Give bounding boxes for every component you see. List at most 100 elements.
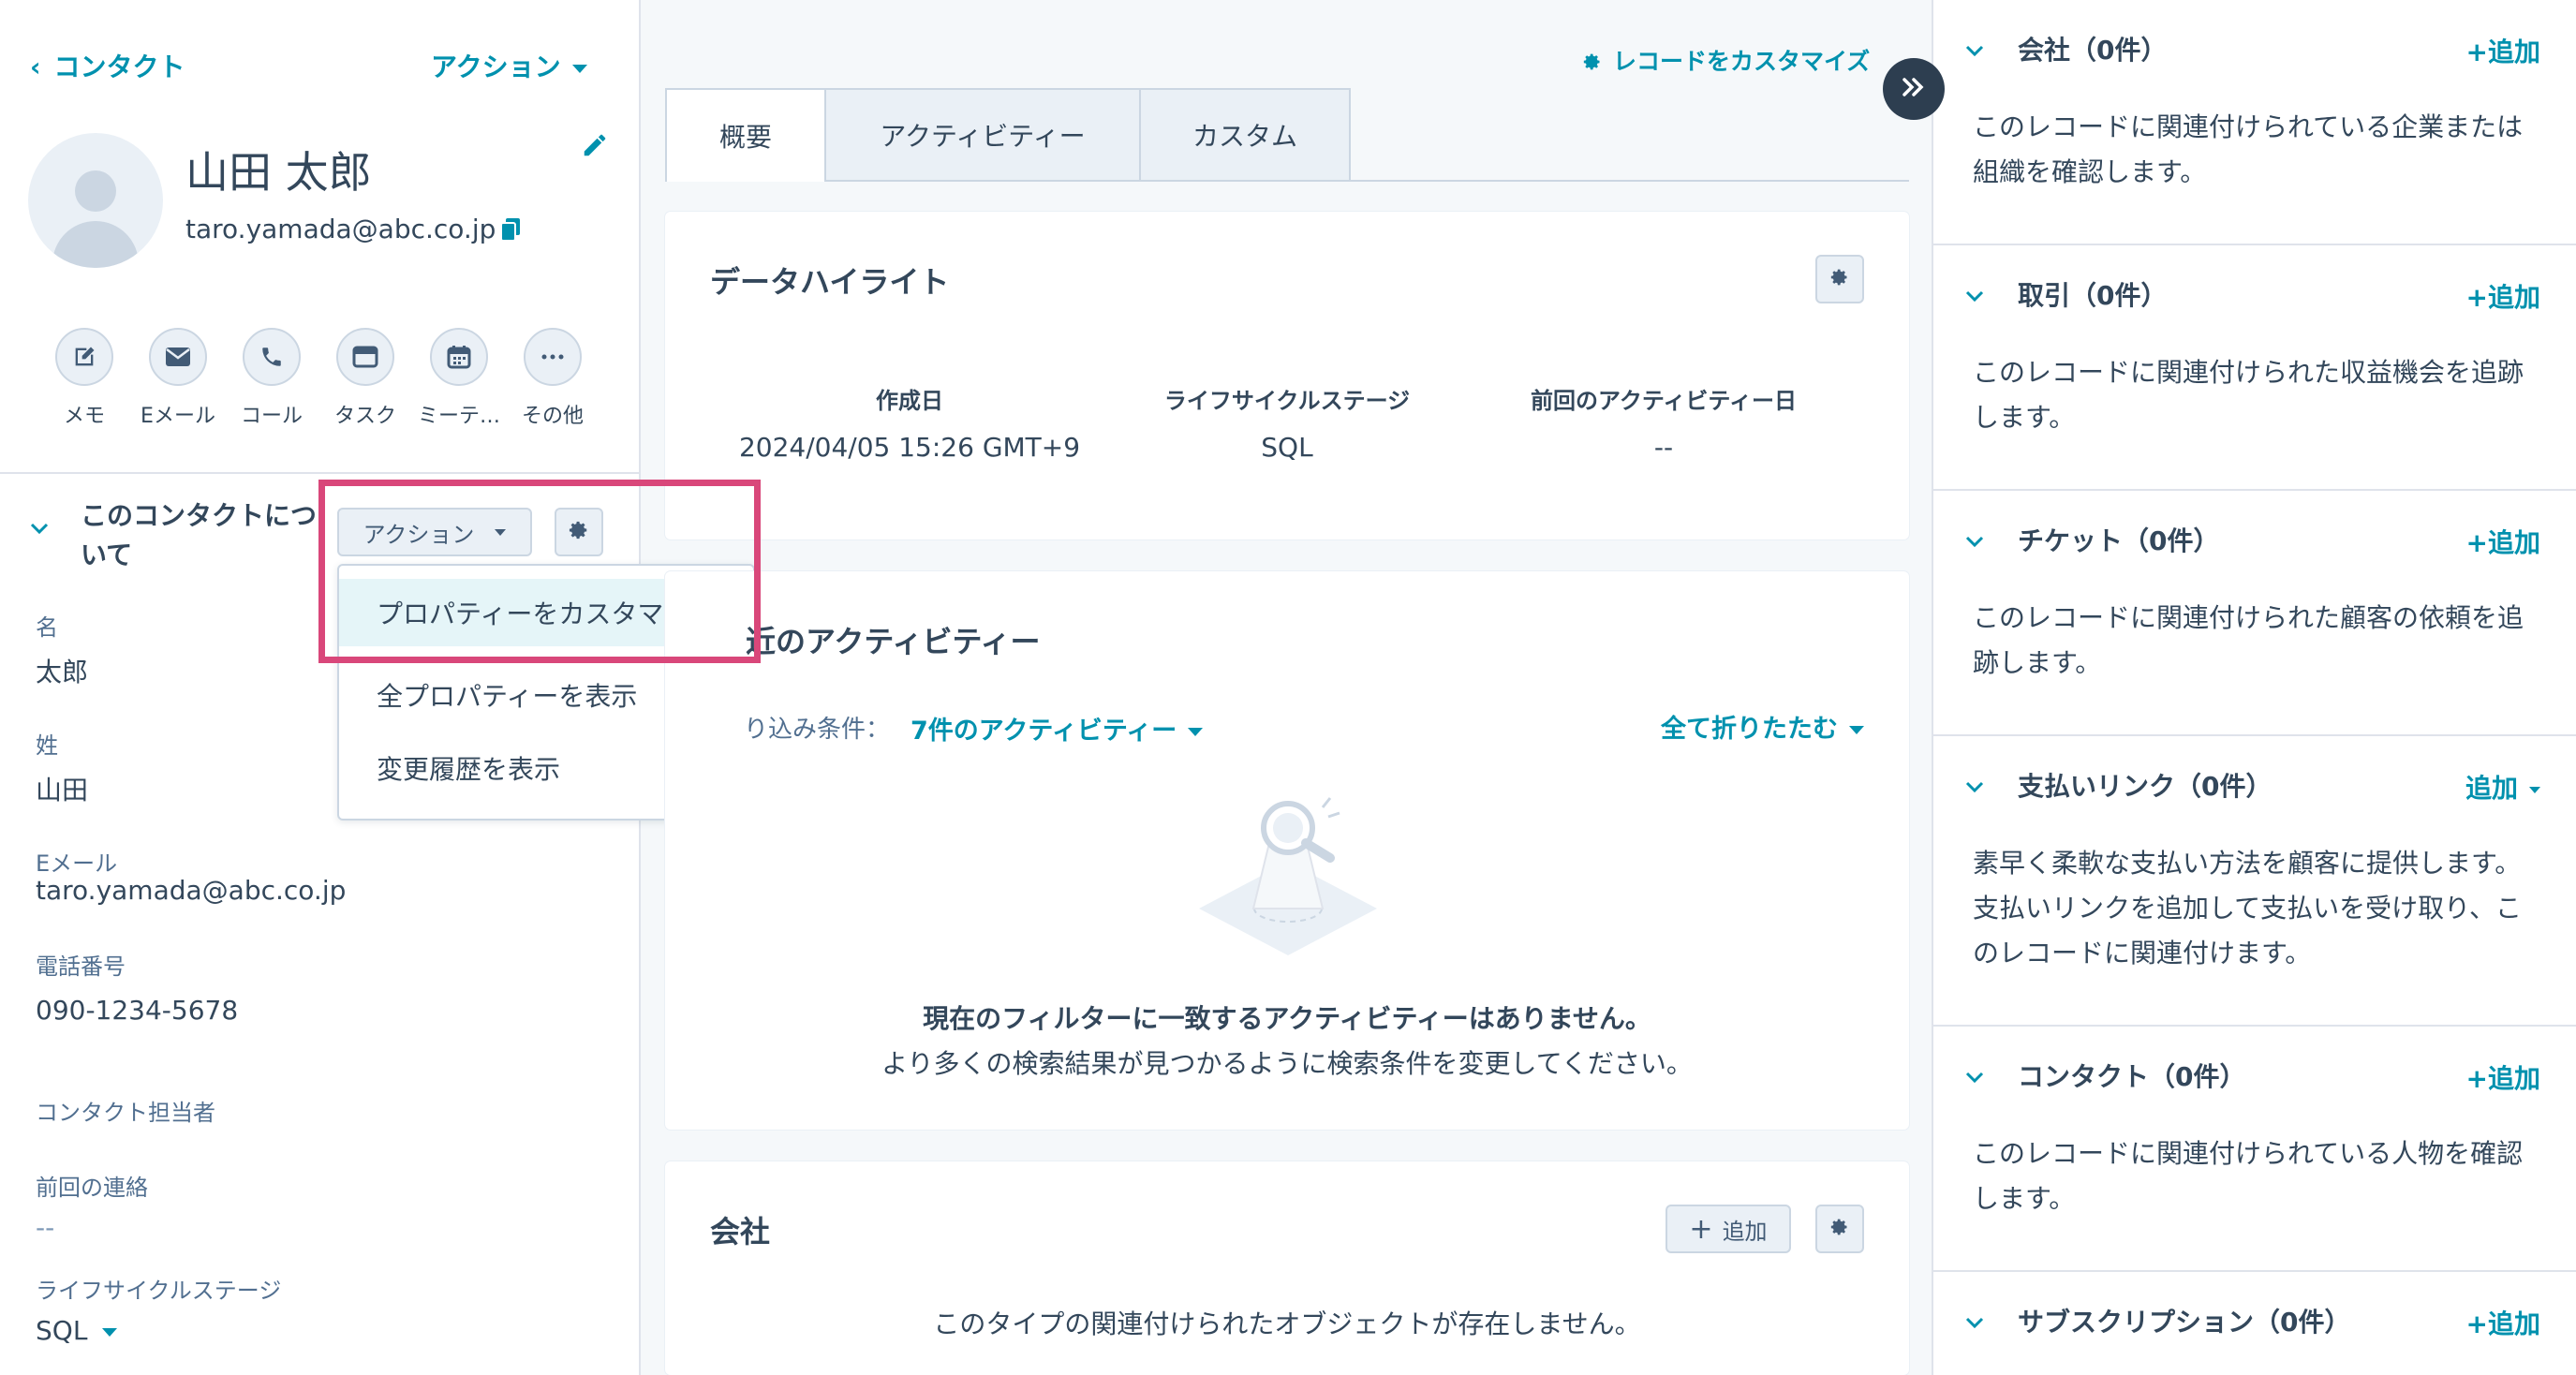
email-icon [149,328,207,386]
section-title[interactable]: サブスクリプション（0件） [2018,1302,2350,1339]
caret-down-icon [2529,786,2540,793]
association-section-payment-links: 支払いリンク（0件） 追加 素早く柔軟な支払い方法を顧客に提供します。支払いリン… [1933,736,2576,1027]
caret-down-icon [102,1327,118,1337]
tab-custom[interactable]: カスタム [1139,88,1351,182]
property-label-last-contacted: 前回の連絡 [36,1175,148,1201]
section-description: 素早く柔軟な支払い方法を顧客に提供します。支払いリンクを追加して支払いを受け取り… [1973,848,2523,968]
section-title[interactable]: 支払いリンク（0件） [2018,766,2272,804]
activity-filter-dropdown[interactable]: 7件のアクティビティー [910,710,1204,747]
chevron-down-icon[interactable] [1965,43,1984,57]
calendar-icon [430,328,488,386]
actions-dropdown[interactable]: アクション [431,47,587,84]
caret-down-icon [571,64,587,73]
chevron-down-icon[interactable] [1965,1315,1984,1329]
lifecycle-stage-select[interactable]: SQL [36,1315,118,1346]
property-label-lifecycle: ライフサイクルステージ [36,1278,282,1304]
association-section-deals: 取引（0件） +追加 このレコードに関連付けられた収益機会を追跡します。 [1933,245,2576,491]
gear-icon [1583,50,1602,77]
property-label-owner: コンタクト担当者 [36,1100,215,1126]
association-section-contacts: コンタクト（0件） +追加 このレコードに関連付けられている人物を確認します。 [1933,1027,2576,1272]
chevron-down-icon[interactable] [1965,779,1984,793]
highlights-settings-button[interactable] [1815,255,1864,303]
property-label-phone: 電話番号 [36,954,126,980]
property-value-first-name[interactable]: 太郎 [36,652,88,689]
section-title[interactable]: 取引（0件） [2018,275,2167,313]
property-value-email[interactable]: taro.yamada@abc.co.jp [36,875,346,906]
property-value-last-name[interactable]: 山田 [36,770,88,807]
more-icon [524,328,582,386]
section-description: このレコードに関連付けられた収益機会を追跡します。 [1973,357,2524,433]
company-empty-text: このタイプの関連付けられたオブジェクトが存在しません。 [933,1308,1641,1339]
about-section-title[interactable]: このコンタクトについて [81,496,322,575]
section-title[interactable]: 会社（0件） [2018,30,2167,67]
section-title[interactable]: コンタクト（0件） [2018,1057,2245,1094]
empty-search-illustration [1190,787,1386,978]
double-chevron-right-icon [1900,76,1928,102]
company-card: 会社 + 追加 このタイプの関連付けられたオブジェクトが存在しません。 [665,1161,1909,1375]
section-title[interactable]: チケット（0件） [2018,521,2219,558]
collapse-all-dropdown[interactable]: 全て折りたたむ [1661,708,1864,745]
quick-action-meeting[interactable]: ミーテ… [414,328,504,429]
divider [0,472,641,474]
association-section-companies: 会社（0件） +追加 このレコードに関連付けられている企業または組織を確認します… [1933,0,2576,245]
chevron-down-icon[interactable] [1965,1070,1984,1084]
copy-icon[interactable] [500,217,521,242]
add-company-button[interactable]: +追加 [2466,32,2540,69]
task-icon [336,328,394,386]
quick-action-note[interactable]: メモ [39,328,129,429]
caret-down-icon [1188,728,1204,736]
property-label-first-name: 名 [36,614,58,641]
recent-activity-card: 近のアクティビティー り込み条件： 7件のアクティビティー 全て折りたたむ 現在… [665,571,1909,1130]
company-card-title: 会社 [710,1214,771,1249]
quick-action-email[interactable]: Eメール [133,328,223,429]
back-to-contacts-link[interactable]: ‹ コンタクト [30,47,185,84]
quick-action-call[interactable]: コール [227,328,317,429]
empty-state-title: 現在のフィルターに一致するアクティビティーはありません。 [923,1003,1651,1034]
right-sidebar: 会社（0件） +追加 このレコードに関連付けられている企業または組織を確認します… [1932,0,2576,1375]
contact-email: taro.yamada@abc.co.jp [185,214,496,244]
quick-action-task[interactable]: タスク [320,328,410,429]
property-label-last-name: 姓 [36,732,58,759]
section-description: このレコードに関連付けられた顧客の依頼を追跡します。 [1973,602,2524,678]
highlight-lifecycle-stage: ライフサイクルステージ SQL [1163,388,1411,463]
highlight-annotation-box [318,480,761,663]
gear-icon [1830,268,1849,290]
contact-name: 山田 太郎 [185,147,372,198]
avatar [28,133,163,268]
gear-icon [1830,1218,1849,1240]
section-description: このレコードに関連付けられている企業または組織を確認します。 [1973,111,2524,187]
customize-record-link[interactable]: レコードをカスタマイズ [1583,43,1870,77]
recent-activity-title: 近のアクティビティー [746,624,1041,659]
data-highlights-title: データハイライト [710,264,950,300]
association-section-tickets: チケット（0件） +追加 このレコードに関連付けられた顧客の依頼を追跡します。 [1933,491,2576,736]
edit-note-icon [55,328,113,386]
tab-overview[interactable]: 概要 [665,88,826,182]
empty-state-description: より多くの検索結果が見つかるように検索条件を変更してください。 [881,1048,1693,1079]
pencil-icon[interactable] [581,131,609,159]
caret-down-icon [1849,726,1864,734]
section-description: このレコードに関連付けられている人物を確認します。 [1973,1138,2524,1214]
company-add-button[interactable]: + 追加 [1666,1205,1791,1253]
highlight-created-date: 作成日 2024/04/05 15:26 GMT+9 [738,388,1081,463]
chevron-down-icon[interactable] [1965,534,1984,548]
filter-label: り込み条件： [744,716,891,744]
highlight-last-activity: 前回のアクティビティー日 -- [1531,388,1797,463]
association-section-subscriptions: サブスクリプション（0件） +追加 [1933,1272,2576,1375]
chevron-left-icon: ‹ [30,52,41,82]
data-highlights-card: データハイライト 作成日 2024/04/05 15:26 GMT+9 ライフサ… [665,212,1909,540]
add-subscription-button[interactable]: +追加 [2466,1304,2540,1341]
chevron-down-icon[interactable] [1965,288,1984,303]
phone-icon [243,328,301,386]
quick-action-more[interactable]: その他 [508,328,598,429]
add-deal-button[interactable]: +追加 [2466,277,2540,315]
chevron-down-icon[interactable] [30,521,49,535]
property-value-phone[interactable]: 090-1234-5678 [36,995,238,1026]
property-value-last-contacted: -- [36,1212,55,1243]
company-settings-button[interactable] [1815,1205,1864,1253]
add-contact-button[interactable]: +追加 [2466,1058,2540,1096]
property-label-email: Eメール [36,850,118,877]
add-ticket-button[interactable]: +追加 [2466,523,2540,560]
tab-activity[interactable]: アクティビティー [824,88,1141,182]
collapse-sidebar-button[interactable] [1883,58,1945,120]
add-payment-link-dropdown[interactable]: 追加 [2465,768,2540,806]
